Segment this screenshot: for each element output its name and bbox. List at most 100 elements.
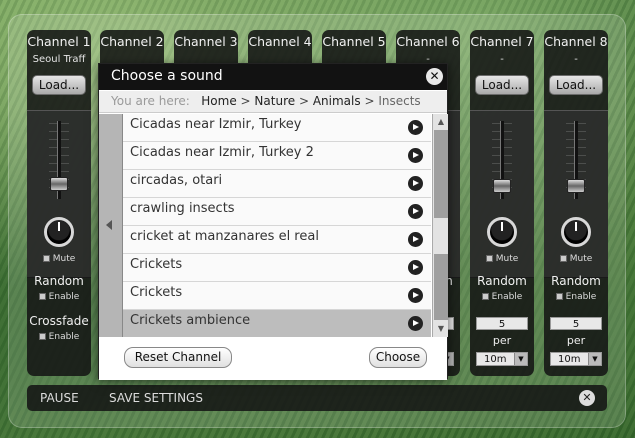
reset-channel-button[interactable]: Reset Channel [124,347,232,368]
mute-checkbox[interactable] [485,255,493,262]
sound-name: Cicadas near Izmir, Turkey [130,117,302,132]
play-icon[interactable] [408,204,423,219]
duration-value: 10m [484,354,507,365]
scrollbar[interactable]: ▲ ▼ [432,114,448,337]
play-icon[interactable] [408,316,423,331]
sound-name: cricket at manzanares el real [130,229,319,244]
load-button[interactable]: Load... [32,75,86,95]
list-item[interactable]: cricket at manzanares el real [123,226,431,254]
crossfade-enable-checkbox[interactable] [38,333,46,340]
dialog-title: Choose a sound [111,68,223,84]
choose-sound-dialog: Choose a sound ✕ You are here: Home > Na… [98,63,448,380]
play-icon[interactable] [408,176,423,191]
random-enable-checkbox[interactable] [555,293,563,300]
random-enable-checkbox[interactable] [481,293,489,300]
dialog-header: Choose a sound ✕ [99,64,447,90]
sound-name: crawling insects [130,201,235,216]
scrollbar-track-upper[interactable] [434,130,448,218]
sound-name: Crickets ambience [130,313,251,328]
volume-fader-handle[interactable] [50,177,68,191]
enable-label: Enable [48,332,80,342]
random-count-field[interactable]: 5 [550,317,602,330]
channel-title: Channel 5 [322,34,386,49]
channel-title: Channel 2 [100,34,164,49]
volume-section: Mute [544,110,608,278]
channel-sound-name: - [500,54,504,65]
list-item[interactable]: Crickets [123,254,431,282]
volume-section: Mute [27,110,91,278]
per-label: per [566,334,586,347]
breadcrumb-separator: > [364,94,375,108]
mute-toggle[interactable]: Mute [470,254,534,264]
breadcrumb-separator: > [298,94,310,108]
list-item[interactable]: circadas, otari [123,170,431,198]
play-icon[interactable] [408,120,423,135]
random-label: Random [34,274,84,288]
random-enable[interactable]: Enable [544,292,608,302]
breadcrumb-home[interactable]: Home [201,94,236,108]
list-item[interactable]: crawling insects [123,198,431,226]
save-settings-button[interactable]: SAVE SETTINGS [109,391,203,405]
per-label: per [492,334,512,347]
pause-button[interactable]: PAUSE [40,391,79,405]
close-icon[interactable]: ✕ [426,68,443,85]
load-button[interactable]: Load... [549,75,603,95]
pan-knob[interactable] [487,217,517,247]
breadcrumb-animals[interactable]: Animals [313,94,361,108]
mute-label: Mute [52,254,76,264]
random-label: Random [477,274,527,288]
list-item[interactable]: Crickets ambience [123,310,431,337]
play-icon[interactable] [408,232,423,247]
duration-select[interactable]: 10m ▼ [476,352,528,366]
enable-label: Enable [48,292,80,302]
chevron-down-icon[interactable]: ▼ [588,353,601,365]
volume-section: Mute [470,110,534,278]
scroll-up-icon[interactable]: ▲ [435,116,447,128]
load-button[interactable]: Load... [475,75,529,95]
enable-label: Enable [565,292,597,302]
channel-8: Channel 8 - Load... Mute Random Enable 5… [544,30,608,376]
play-icon[interactable] [408,288,423,303]
channel-title: Channel 7 [470,34,534,49]
dialog-footer: Reset Channel Choose [99,337,447,380]
chevron-down-icon[interactable]: ▼ [514,353,527,365]
random-label: Random [551,274,601,288]
back-panel[interactable] [99,114,123,337]
duration-select[interactable]: 10m ▼ [550,352,602,366]
random-enable[interactable]: Enable [470,292,534,302]
mute-toggle[interactable]: Mute [27,254,91,264]
channel-title: Channel 1 [27,34,91,49]
crossfade-enable[interactable]: Enable [27,332,91,342]
list-item[interactable]: Cicadas near Izmir, Turkey [123,114,431,142]
channel-7: Channel 7 - Load... Mute Random Enable 5… [470,30,534,376]
breadcrumb-nature[interactable]: Nature [254,94,295,108]
chevron-left-icon[interactable] [106,220,112,230]
play-icon[interactable] [408,148,423,163]
volume-fader-handle[interactable] [493,179,511,193]
channel-sound-name: - [574,54,578,65]
channel-title: Channel 3 [174,34,238,49]
sound-name: circadas, otari [130,173,223,188]
sound-name: Crickets [130,285,183,300]
volume-fader-handle[interactable] [567,179,585,193]
choose-button[interactable]: Choose [369,347,427,368]
play-icon[interactable] [408,260,423,275]
mute-checkbox[interactable] [42,255,50,262]
channel-sound-name: Seoul Traff [32,54,86,65]
mute-checkbox[interactable] [559,255,567,262]
scroll-down-icon[interactable]: ▼ [435,323,447,335]
channel-1: Channel 1 Seoul Traff Load... Mute Rando… [27,30,91,376]
mute-label: Mute [495,254,519,264]
mute-toggle[interactable]: Mute [544,254,608,264]
pan-knob[interactable] [44,217,74,247]
random-enable[interactable]: Enable [27,292,91,302]
close-icon[interactable]: ✕ [579,390,595,406]
list-item[interactable]: Crickets [123,282,431,310]
pan-knob[interactable] [561,217,591,247]
breadcrumb: You are here: Home > Nature > Animals > … [99,91,447,113]
list-item[interactable]: Cicadas near Izmir, Turkey 2 [123,142,431,170]
random-enable-checkbox[interactable] [38,293,46,300]
scrollbar-track-lower[interactable] [434,254,448,320]
channel-title: Channel 4 [248,34,312,49]
random-count-field[interactable]: 5 [476,317,528,330]
